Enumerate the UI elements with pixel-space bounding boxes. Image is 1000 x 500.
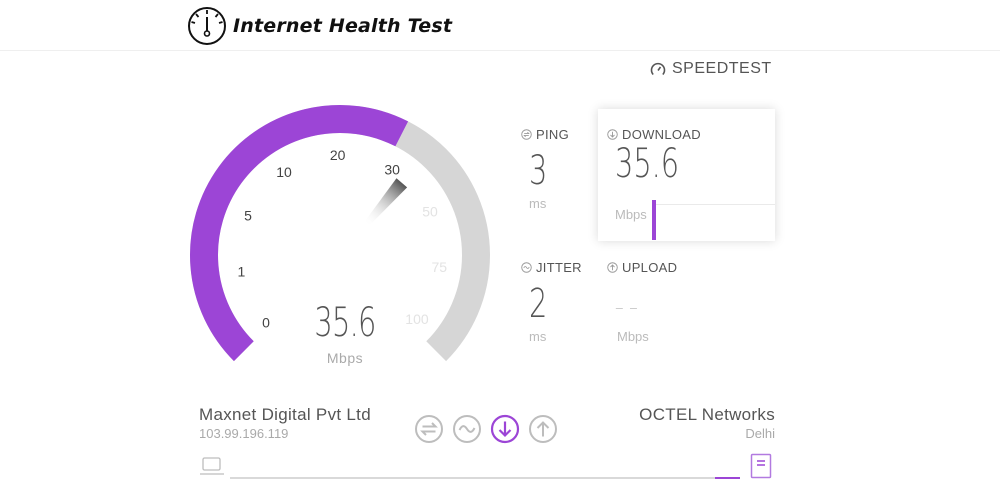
server-location: Delhi bbox=[745, 426, 775, 441]
upload-icon bbox=[607, 262, 618, 273]
gauge-scale-label: 75 bbox=[431, 259, 447, 275]
ping-icon bbox=[521, 129, 532, 140]
gauge-scale-label: 1 bbox=[237, 264, 245, 280]
jitter-metric: JITTER 2 ms bbox=[521, 260, 582, 344]
gauge-reading: 35.6 Mbps bbox=[295, 300, 395, 366]
gauge-needle bbox=[363, 178, 408, 227]
download-label: DOWNLOAD bbox=[622, 127, 701, 142]
gauge-scale-label: 100 bbox=[405, 311, 429, 327]
laptop-icon bbox=[200, 457, 224, 475]
test-stage-icons bbox=[414, 414, 558, 444]
download-icon bbox=[607, 129, 618, 140]
download-stage-icon[interactable] bbox=[490, 414, 520, 444]
upload-value: – – bbox=[615, 293, 638, 321]
download-graph-bar bbox=[652, 200, 656, 240]
app-title: Internet Health Test bbox=[233, 15, 453, 37]
isp-info: Maxnet Digital Pvt Ltd 103.99.196.119 bbox=[199, 405, 371, 441]
ping-label: PING bbox=[536, 127, 569, 142]
jitter-unit: ms bbox=[529, 329, 547, 344]
download-card: DOWNLOAD 35.6 Mbps bbox=[598, 109, 775, 241]
jitter-icon bbox=[521, 262, 532, 273]
upload-stage-icon[interactable] bbox=[528, 414, 558, 444]
jitter-label: JITTER bbox=[536, 260, 582, 275]
gauge-scale-label: 50 bbox=[422, 203, 438, 219]
upload-label: UPLOAD bbox=[622, 260, 678, 275]
speedometer-icon bbox=[188, 7, 226, 45]
download-graph-baseline bbox=[653, 204, 775, 205]
gauge-scale-label: 5 bbox=[244, 208, 252, 224]
upload-metric: UPLOAD – – Mbps bbox=[607, 260, 677, 344]
gauge-logo-icon bbox=[650, 62, 666, 76]
isp-name: Maxnet Digital Pvt Ltd bbox=[199, 405, 371, 424]
server-name: OCTEL Networks bbox=[639, 405, 775, 424]
connection-progress-fill bbox=[715, 477, 740, 479]
jitter-stage-icon[interactable] bbox=[452, 414, 482, 444]
ping-value: 3 bbox=[529, 148, 548, 194]
isp-ip: 103.99.196.119 bbox=[199, 426, 289, 441]
gauge-scale-label: 0 bbox=[262, 314, 270, 330]
download-unit: Mbps bbox=[615, 207, 647, 222]
gauge-scale-label: 30 bbox=[384, 162, 400, 178]
gauge-speed-unit: Mbps bbox=[326, 350, 364, 366]
server-info[interactable]: OCTEL Networks Delhi bbox=[639, 405, 775, 441]
ping-unit: ms bbox=[529, 196, 547, 211]
gauge-scale-label: 10 bbox=[276, 164, 292, 180]
speedtest-logo[interactable]: SPEEDTEST bbox=[650, 60, 772, 78]
connection-progress-track bbox=[230, 477, 740, 479]
top-bar: Internet Health Test bbox=[0, 0, 1000, 51]
jitter-value: 2 bbox=[529, 281, 548, 327]
gauge-speed-value: 35.6 bbox=[314, 300, 376, 346]
brand[interactable]: Internet Health Test bbox=[186, 6, 452, 46]
gauge-scale-label: 20 bbox=[330, 147, 346, 163]
server-icon bbox=[750, 453, 772, 479]
upload-unit: Mbps bbox=[617, 329, 649, 344]
download-value: 35.6 bbox=[615, 141, 680, 187]
speedtest-logo-text: SPEEDTEST bbox=[672, 60, 772, 77]
ping-metric: PING 3 ms bbox=[521, 127, 569, 211]
ping-stage-icon[interactable] bbox=[414, 414, 444, 444]
